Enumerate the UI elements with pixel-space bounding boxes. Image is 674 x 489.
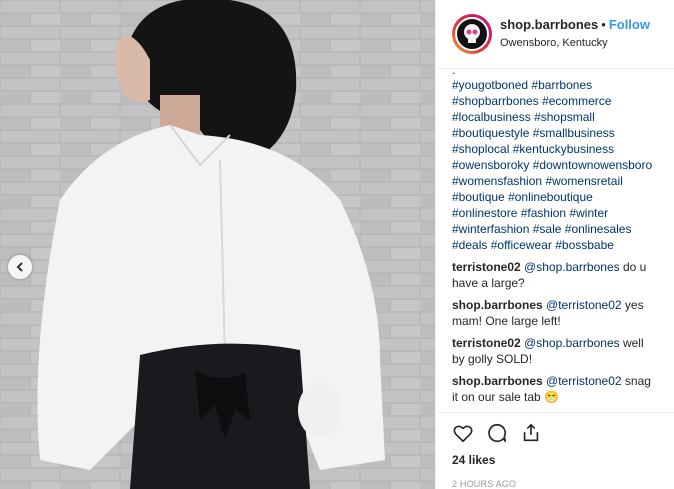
comment-item: shop.barrbones @terristone02 yes mam! On… (452, 297, 658, 329)
comment-username[interactable]: terristone02 (452, 336, 521, 350)
separator-dot: • (601, 17, 606, 32)
hashtag-line: #owensboroky #downtownowensboro (452, 157, 658, 173)
hashtag-link[interactable]: #womensretail (545, 174, 622, 188)
hashtag-link[interactable]: #boutiquestyle (452, 126, 529, 140)
hashtag-link[interactable]: #womensfashion (452, 174, 542, 188)
comment-username[interactable]: shop.barrbones (452, 374, 543, 388)
hashtag-link[interactable]: #owensboroky (452, 158, 529, 172)
comment-username[interactable]: terristone02 (452, 260, 521, 274)
caption-ellipsis: . (452, 69, 456, 77)
comments-section: . #yougotboned #barrbones #shopbarrbones … (436, 69, 674, 412)
instagram-post: shop.barrbones • Follow Owensboro, Kentuck… (0, 0, 674, 489)
hashtag-line: #yougotboned #barrbones (452, 77, 658, 93)
hashtag-link[interactable]: #winter (569, 206, 608, 220)
hashtag-link[interactable]: #winterfashion (452, 222, 529, 236)
comment-item: shop.barrbones @terristone02 snag it on … (452, 373, 658, 405)
hashtag-link[interactable]: #sale (533, 222, 562, 236)
hashtag-line: #womensfashion #womensretail (452, 173, 658, 189)
comment-icon[interactable] (486, 422, 508, 444)
hashtag-link[interactable]: #boutique (452, 190, 505, 204)
hashtag-link[interactable]: #ecommerce (542, 94, 611, 108)
hashtag-link[interactable]: #officewear (491, 238, 552, 252)
photo-illustration (0, 0, 435, 489)
hashtag-link[interactable]: #kentuckybusiness (513, 142, 614, 156)
hashtag-link[interactable]: #barrbones (531, 78, 592, 92)
hashtag-line: #onlinestore #fashion #winter (452, 205, 658, 221)
hashtag-link[interactable]: #shopsmall (534, 110, 595, 124)
location-link[interactable]: Owensboro, Kentucky (500, 35, 650, 51)
caption-hashtags: #yougotboned #barrbones #shopbarrbones #e… (452, 77, 658, 253)
post-header: shop.barrbones • Follow Owensboro, Kentuck… (436, 0, 674, 69)
hashtag-link[interactable]: #shopbarrbones (452, 94, 539, 108)
hashtag-link[interactable]: #downtownowensboro (533, 158, 652, 172)
comment-mention[interactable]: @terristone02 (546, 298, 622, 312)
hashtag-line: #boutique #onlineboutique (452, 189, 658, 205)
comment-mention[interactable]: @shop.barrbones (524, 336, 620, 350)
chevron-left-icon (16, 262, 23, 272)
comment-item: terristone02 @shop.barrbones do u have a… (452, 259, 658, 291)
heart-icon[interactable] (452, 422, 474, 444)
post-actions: 24 likes 2 HOURS AGO (436, 412, 674, 489)
hashtag-link[interactable]: #yougotboned (452, 78, 528, 92)
hashtag-link[interactable]: #deals (452, 238, 487, 252)
hashtag-line: #boutiquestyle #smallbusiness (452, 125, 658, 141)
hashtag-link[interactable]: #onlineboutique (508, 190, 593, 204)
share-icon[interactable] (520, 422, 542, 444)
post-photo[interactable] (0, 0, 435, 489)
skull-icon (464, 24, 480, 43)
hashtag-link[interactable]: #shoplocal (452, 142, 509, 156)
follow-button[interactable]: Follow (609, 17, 650, 32)
comment-mention[interactable]: @shop.barrbones (524, 260, 620, 274)
avatar[interactable] (452, 14, 492, 54)
hashtag-line: #shopbarrbones #ecommerce (452, 93, 658, 109)
username-link[interactable]: shop.barrbones (500, 17, 598, 32)
hashtag-link[interactable]: #fashion (521, 206, 566, 220)
hashtag-line: #winterfashion #sale #onlinesales (452, 221, 658, 237)
hashtag-line: #shoplocal #kentuckybusiness (452, 141, 658, 157)
post-timestamp: 2 HOURS AGO (452, 479, 517, 489)
hashtag-link[interactable]: #smallbusiness (533, 126, 615, 140)
hashtag-line: #localbusiness #shopsmall (452, 109, 658, 125)
post-sidebar: shop.barrbones • Follow Owensboro, Kentuck… (435, 0, 674, 489)
comment-list: terristone02 @shop.barrbones do u have a… (452, 259, 658, 405)
comment-item: terristone02 @shop.barrbones well by gol… (452, 335, 658, 367)
hashtag-link[interactable]: #localbusiness (452, 110, 531, 124)
hashtag-link[interactable]: #onlinestore (452, 206, 517, 220)
carousel-prev-button[interactable] (8, 255, 32, 279)
comment-username[interactable]: shop.barrbones (452, 298, 543, 312)
comment-mention[interactable]: @terristone02 (546, 374, 622, 388)
hashtag-line: #deals #officewear #bossbabe (452, 237, 658, 253)
like-count[interactable]: 24 likes (452, 453, 658, 467)
hashtag-link[interactable]: #bossbabe (555, 238, 614, 252)
hashtag-link[interactable]: #onlinesales (565, 222, 632, 236)
